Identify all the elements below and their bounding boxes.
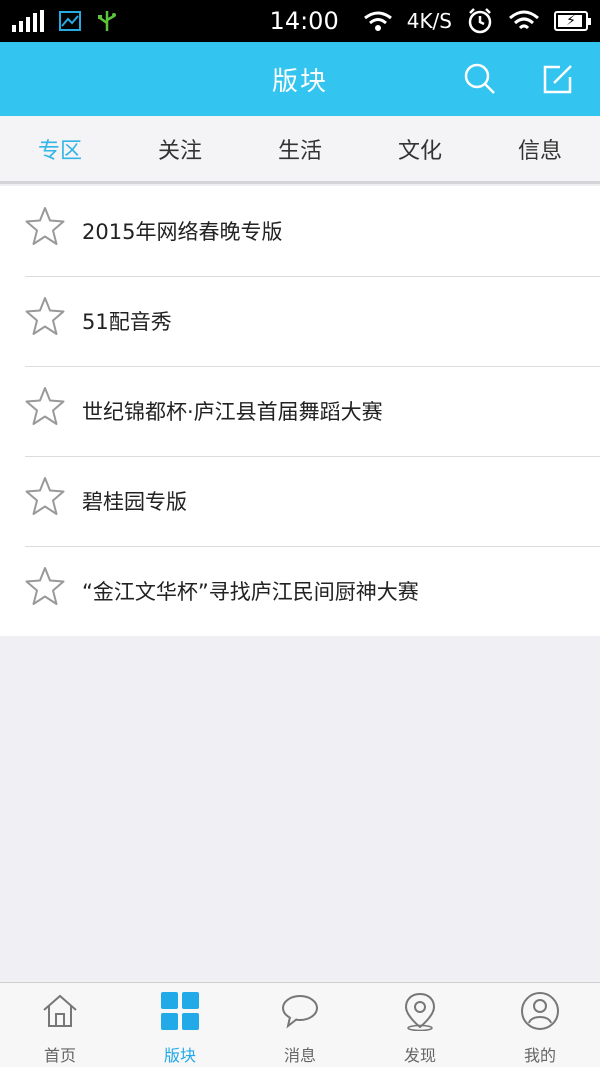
nav-messages-label: 消息 <box>283 1046 316 1065</box>
forum-name: 51配音秀 <box>82 310 172 334</box>
wifi-icon <box>363 11 392 31</box>
chat-bubble-icon <box>279 990 321 1032</box>
tab-guanzhu[interactable]: 关注 <box>148 125 212 173</box>
star-icon[interactable] <box>25 476 65 516</box>
forum-name: 世纪锦都杯·庐江县首届舞蹈大赛 <box>82 400 383 424</box>
cell-signal-icon <box>12 10 44 32</box>
screenshot-icon <box>59 11 81 31</box>
nav-discover[interactable]: 发现 <box>360 983 480 1067</box>
nav-profile-label: 我的 <box>523 1046 556 1065</box>
search-button[interactable] <box>460 59 500 99</box>
page-title: 版块 <box>271 66 328 97</box>
search-icon <box>464 63 495 94</box>
category-tabs: 专区 关注 生活 文化 信息 <box>0 116 600 184</box>
user-icon <box>519 990 561 1032</box>
home-icon <box>39 990 81 1032</box>
list-item[interactable]: “金江文华杯”寻找庐江民间厨神大赛 <box>0 546 600 636</box>
network-speed: 4K/S <box>406 9 452 33</box>
nav-discover-label: 发现 <box>403 1046 436 1065</box>
location-pin-icon <box>399 990 441 1032</box>
edit-icon <box>543 65 572 94</box>
header-actions <box>460 42 578 116</box>
bottom-nav: 首页 版块 消息 发现 我的 <box>0 982 600 1067</box>
tab-zhuanqu[interactable]: 专区 <box>28 125 92 173</box>
list-item[interactable]: 碧桂园专版 <box>0 456 600 546</box>
battery-icon: ⚡ <box>554 11 591 31</box>
list-item[interactable]: 2015年网络春晚专版 <box>0 186 600 276</box>
nav-home-label: 首页 <box>43 1046 76 1065</box>
list-item[interactable]: 世纪锦都杯·庐江县首届舞蹈大赛 <box>0 366 600 456</box>
nav-profile[interactable]: 我的 <box>480 983 600 1067</box>
tab-wenhua[interactable]: 文化 <box>388 125 452 173</box>
compose-button[interactable] <box>538 59 578 99</box>
star-icon[interactable] <box>25 566 65 606</box>
status-time: 14:00 <box>269 7 339 35</box>
nav-home[interactable]: 首页 <box>0 983 120 1067</box>
usb-icon <box>98 11 116 31</box>
wifi-signal-icon <box>509 10 539 30</box>
nav-forums[interactable]: 版块 <box>120 983 240 1067</box>
forum-list: 2015年网络春晚专版 51配音秀 世纪锦都杯·庐江县首届舞蹈大赛 碧桂园专版 … <box>0 186 600 636</box>
star-icon[interactable] <box>25 296 65 336</box>
status-right: 14:00 4K/S ⚡ <box>269 7 591 35</box>
forum-name: 碧桂园专版 <box>82 490 187 514</box>
tab-shenghuo[interactable]: 生活 <box>268 125 332 173</box>
forum-name: 2015年网络春晚专版 <box>82 220 283 244</box>
status-bar: 14:00 4K/S ⚡ <box>0 0 600 42</box>
star-icon[interactable] <box>25 386 65 426</box>
star-icon[interactable] <box>25 206 65 246</box>
forum-name: “金江文华杯”寻找庐江民间厨神大赛 <box>82 580 419 604</box>
status-left <box>12 9 118 33</box>
grid-icon <box>159 990 201 1032</box>
tab-xinxi[interactable]: 信息 <box>508 125 572 173</box>
alarm-icon <box>468 8 492 34</box>
nav-messages[interactable]: 消息 <box>240 983 360 1067</box>
nav-forums-label: 版块 <box>163 1046 196 1065</box>
list-item[interactable]: 51配音秀 <box>0 276 600 366</box>
app-header: 版块 <box>0 42 600 116</box>
